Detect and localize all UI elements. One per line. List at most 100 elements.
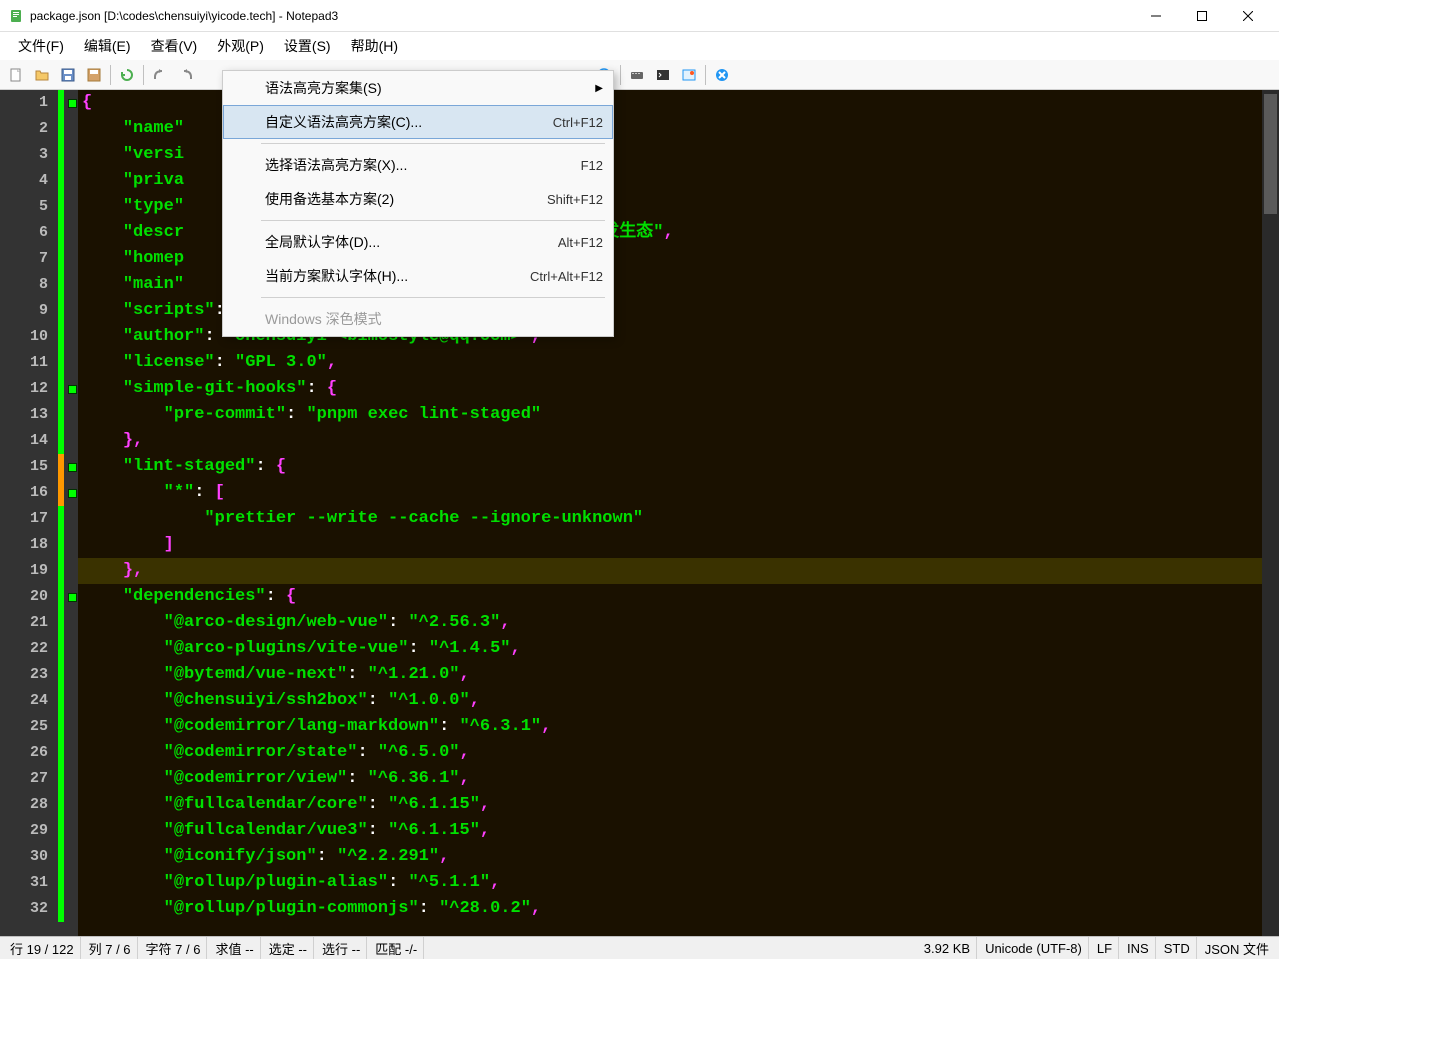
status-eval[interactable]: 求值 -- [209,937,260,959]
close-button[interactable] [1225,0,1271,32]
code-line[interactable]: "@rollup/plugin-alias": "^5.1.1", [78,870,1262,896]
menu-shortcut: Shift+F12 [547,192,603,207]
code-line[interactable]: "@fullcalendar/vue3": "^6.1.15", [78,818,1262,844]
menu-item[interactable]: 语法高亮方案集(S)▶ [223,71,613,105]
code-line[interactable]: "prettier --write --cache --ignore-unkno… [78,506,1262,532]
menu-item-label: 当前方案默认字体(H)... [265,266,408,286]
code-line[interactable]: "@bytemd/vue-next": "^1.21.0", [78,662,1262,688]
code-line[interactable]: "@rollup/plugin-commonjs": "^28.0.2", [78,896,1262,922]
toolbar-separator [110,65,111,85]
menu-item[interactable]: 当前方案默认字体(H)...Ctrl+Alt+F12 [223,259,613,293]
fold-margin[interactable] [66,90,78,936]
save-button[interactable] [56,63,80,87]
pin-button[interactable] [677,63,701,87]
new-file-button[interactable] [4,63,28,87]
code-line[interactable]: "@codemirror/state": "^6.5.0", [78,740,1262,766]
line-number: 17 [0,506,48,532]
fold-toggle[interactable] [68,463,77,472]
menu-shortcut: Ctrl+F12 [553,115,603,130]
line-number: 26 [0,740,48,766]
code-line[interactable]: }, [78,428,1262,454]
status-sel[interactable]: 选定 -- [263,937,314,959]
change-marker [56,584,66,610]
menu-file[interactable]: 文件(F) [8,33,74,59]
status-char[interactable]: 字符 7 / 6 [140,937,208,959]
code-line[interactable]: "*": [ [78,480,1262,506]
fold-toggle[interactable] [68,385,77,394]
status-size[interactable]: 3.92 KB [918,937,977,959]
code-line[interactable]: ] [78,532,1262,558]
save-as-button[interactable] [82,63,106,87]
code-line[interactable]: "@arco-design/web-vue": "^2.56.3", [78,610,1262,636]
menu-item[interactable]: 全局默认字体(D)...Alt+F12 [223,225,613,259]
change-marker [56,714,66,740]
console-button[interactable] [651,63,675,87]
maximize-button[interactable] [1179,0,1225,32]
status-eol[interactable]: LF [1091,937,1119,959]
menu-view[interactable]: 查看(V) [141,33,208,59]
code-line[interactable]: "dependencies": { [78,584,1262,610]
code-line[interactable]: "pre-commit": "pnpm exec lint-staged" [78,402,1262,428]
code-line[interactable]: "@iconify/json": "^2.2.291", [78,844,1262,870]
status-encoding[interactable]: Unicode (UTF-8) [979,937,1089,959]
app-icon [8,8,24,24]
status-lang[interactable]: JSON 文件 [1199,937,1275,959]
line-number: 32 [0,896,48,922]
fold-cell [66,428,78,454]
menu-item[interactable]: 选择语法高亮方案(X)...F12 [223,148,613,182]
status-line[interactable]: 行 19 / 122 [4,937,81,959]
appearance-submenu[interactable]: 语法高亮方案集(S)▶ 自定义语法高亮方案(C)... Ctrl+F12 选择语法高亮… [222,70,614,337]
menu-item-label: 全局默认字体(D)... [265,232,380,252]
cancel-button[interactable] [710,63,734,87]
change-marker [56,246,66,272]
menu-appearance[interactable]: 外观(P) [207,33,274,59]
fold-cell [66,298,78,324]
status-col[interactable]: 列 7 / 6 [83,937,138,959]
fold-cell [66,844,78,870]
menu-help[interactable]: 帮助(H) [341,33,408,59]
status-ins[interactable]: INS [1121,937,1156,959]
scroll-thumb[interactable] [1264,94,1277,214]
fold-cell [66,324,78,350]
menubar: 文件(F)编辑(E)查看(V)外观(P)设置(S)帮助(H) [0,32,1279,60]
menu-item-label: 自定义语法高亮方案(C)... [265,112,422,132]
menu-item[interactable]: 自定义语法高亮方案(C)... Ctrl+F12 [223,105,613,139]
status-match[interactable]: 匹配 -/- [369,937,424,959]
change-marker [56,870,66,896]
editor[interactable]: 1234567891011121314151617181920212223242… [0,90,1279,936]
code-line[interactable]: "@codemirror/lang-markdown": "^6.3.1", [78,714,1262,740]
menu-item[interactable]: 使用备选基本方案(2) Shift+F12 [223,182,613,216]
menu-edit[interactable]: 编辑(E) [74,33,141,59]
fold-toggle[interactable] [68,489,77,498]
line-number: 14 [0,428,48,454]
vertical-scrollbar[interactable] [1262,90,1279,936]
revert-button[interactable] [115,63,139,87]
menu-settings[interactable]: 设置(S) [274,33,341,59]
redo-button[interactable] [174,63,198,87]
code-line[interactable]: }, [78,558,1262,584]
titlebar: package.json [D:\codes\chensuiyi\yicode.… [0,0,1279,32]
line-number: 2 [0,116,48,142]
change-marker [56,818,66,844]
code-line[interactable]: "@arco-plugins/vite-vue": "^1.4.5", [78,636,1262,662]
menu-item-label: 使用备选基本方案(2) [265,189,394,209]
minimize-button[interactable] [1133,0,1179,32]
code-line[interactable]: "@chensuiyi/ssh2box": "^1.0.0", [78,688,1262,714]
line-number: 22 [0,636,48,662]
undo-button[interactable] [148,63,172,87]
code-line[interactable]: "@fullcalendar/core": "^6.1.15", [78,792,1262,818]
keyboard-button[interactable] [625,63,649,87]
fold-toggle[interactable] [68,593,77,602]
status-sel-lines[interactable]: 选行 -- [316,937,367,959]
fold-cell [66,662,78,688]
status-std[interactable]: STD [1158,937,1197,959]
fold-toggle[interactable] [68,99,77,108]
code-line[interactable]: "license": "GPL 3.0", [78,350,1262,376]
code-line[interactable]: "lint-staged": { [78,454,1262,480]
code-line[interactable]: "@codemirror/view": "^6.36.1", [78,766,1262,792]
change-marker [56,272,66,298]
change-marker [56,792,66,818]
fold-cell [66,246,78,272]
code-line[interactable]: "simple-git-hooks": { [78,376,1262,402]
open-file-button[interactable] [30,63,54,87]
